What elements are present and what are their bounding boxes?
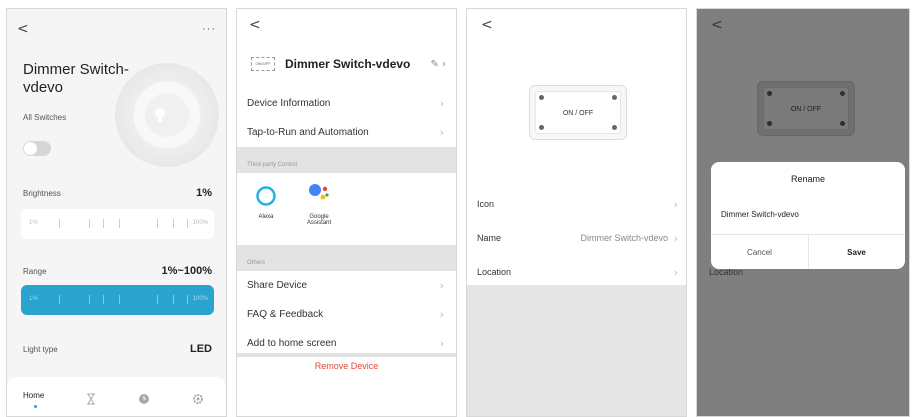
tab-home[interactable]: Home bbox=[23, 391, 44, 400]
brightness-label: Brightness bbox=[23, 189, 61, 198]
row-label: Add to home screen bbox=[247, 338, 337, 349]
chevron-right-icon: › bbox=[439, 97, 444, 110]
row-name[interactable]: Name Dimmer Switch-vdevo › bbox=[467, 221, 686, 255]
light-type-label: Light type bbox=[23, 345, 58, 354]
alexa-icon[interactable] bbox=[255, 185, 277, 207]
empty-area bbox=[467, 285, 686, 416]
brightness-max-label: 100% bbox=[192, 220, 208, 226]
alexa-label: Alexa bbox=[258, 214, 274, 220]
range-slider[interactable]: 1% 100% bbox=[21, 285, 214, 315]
chevron-right-icon: › bbox=[673, 198, 678, 211]
active-tab-dot bbox=[34, 405, 37, 408]
row-share-device[interactable]: Share Device › bbox=[237, 271, 456, 300]
edit-icon[interactable]: ✎ › bbox=[430, 59, 446, 70]
chevron-right-icon: › bbox=[439, 337, 444, 350]
save-button[interactable]: Save bbox=[808, 248, 905, 257]
section-header: Third-party Control bbox=[247, 162, 298, 168]
device-settings-screen: < ON/OFF Dimmer Switch-vdevo ✎ › Device … bbox=[236, 8, 457, 417]
row-value: Dimmer Switch-vdevo bbox=[580, 233, 668, 243]
switch-label: ON / OFF bbox=[562, 110, 594, 117]
range-value: 1%~100% bbox=[161, 265, 212, 277]
all-switches-toggle[interactable] bbox=[23, 141, 51, 156]
cancel-button[interactable]: Cancel bbox=[711, 248, 808, 257]
remove-device-button[interactable]: Remove Device bbox=[237, 361, 456, 371]
row-label: Device Information bbox=[247, 98, 331, 109]
clock-icon[interactable] bbox=[138, 393, 150, 405]
gear-icon[interactable] bbox=[192, 393, 204, 405]
switch-image: ON / OFF bbox=[529, 85, 627, 140]
row-label: Name bbox=[477, 233, 502, 243]
row-device-information[interactable]: Device Information › bbox=[237, 89, 456, 118]
device-thumbnail: ON/OFF bbox=[251, 57, 275, 71]
rename-input[interactable]: Dimmer Switch-vdevo bbox=[721, 210, 799, 219]
bulb-dial[interactable] bbox=[115, 63, 219, 167]
more-icon[interactable]: ··· bbox=[202, 23, 216, 35]
brightness-value: 1% bbox=[196, 187, 212, 199]
device-title: Dimmer Switch-vdevo bbox=[23, 61, 129, 96]
rename-dialog: Rename Dimmer Switch-vdevo Cancel Save bbox=[711, 162, 905, 269]
device-info-screen: < ON / OFF Icon › Name Dimmer Switch-vde… bbox=[466, 8, 687, 417]
back-icon[interactable]: < bbox=[17, 21, 29, 37]
chevron-right-icon: › bbox=[439, 279, 444, 292]
chevron-right-icon: › bbox=[673, 266, 678, 279]
rename-dialog-screen: < ON / OFF Location Rename Dimmer Switch… bbox=[696, 8, 910, 417]
device-control-screen: < ··· Dimmer Switch-vdevo All Switches B… bbox=[6, 8, 227, 417]
range-max-label: 100% bbox=[192, 296, 208, 302]
chevron-right-icon: › bbox=[439, 126, 444, 139]
chevron-right-icon: › bbox=[673, 232, 678, 245]
row-tap-to-run[interactable]: Tap-to-Run and Automation › bbox=[237, 118, 456, 147]
all-switches-label: All Switches bbox=[23, 113, 67, 122]
device-name: Dimmer Switch-vdevo bbox=[285, 57, 411, 71]
row-icon[interactable]: Icon › bbox=[467, 187, 686, 221]
row-label: Icon bbox=[477, 199, 495, 209]
section-third-party: Third-party Control bbox=[237, 147, 456, 173]
brightness-slider[interactable]: 1% 100% bbox=[21, 209, 214, 239]
chevron-right-icon: › bbox=[439, 308, 444, 321]
back-icon[interactable]: < bbox=[249, 17, 261, 33]
switch-image: ON / OFF bbox=[757, 81, 855, 136]
row-label: Location bbox=[477, 267, 512, 277]
row-label: Share Device bbox=[247, 280, 308, 291]
row-label: Tap-to-Run and Automation bbox=[247, 127, 369, 138]
dialog-title: Rename bbox=[790, 174, 826, 184]
divider bbox=[237, 353, 456, 357]
google-assistant-label: Google Assistant bbox=[306, 214, 332, 226]
row-faq-feedback[interactable]: FAQ & Feedback › bbox=[237, 300, 456, 329]
row-location[interactable]: Location › bbox=[467, 255, 686, 289]
range-min-label: 1% bbox=[29, 296, 38, 302]
section-header: Others bbox=[247, 260, 266, 266]
range-label: Range bbox=[23, 267, 47, 276]
section-others: Others bbox=[237, 245, 456, 271]
google-assistant-icon[interactable] bbox=[307, 181, 331, 205]
switch-label: ON / OFF bbox=[790, 106, 822, 113]
back-icon[interactable]: < bbox=[711, 17, 723, 33]
bottom-tab-bar: Home bbox=[7, 377, 226, 416]
bulb-icon bbox=[155, 108, 165, 122]
hourglass-icon[interactable] bbox=[85, 393, 97, 405]
back-icon[interactable]: < bbox=[481, 17, 493, 33]
row-label: FAQ & Feedback bbox=[247, 309, 324, 320]
brightness-min-label: 1% bbox=[29, 220, 38, 226]
light-type-value[interactable]: LED bbox=[190, 343, 212, 355]
